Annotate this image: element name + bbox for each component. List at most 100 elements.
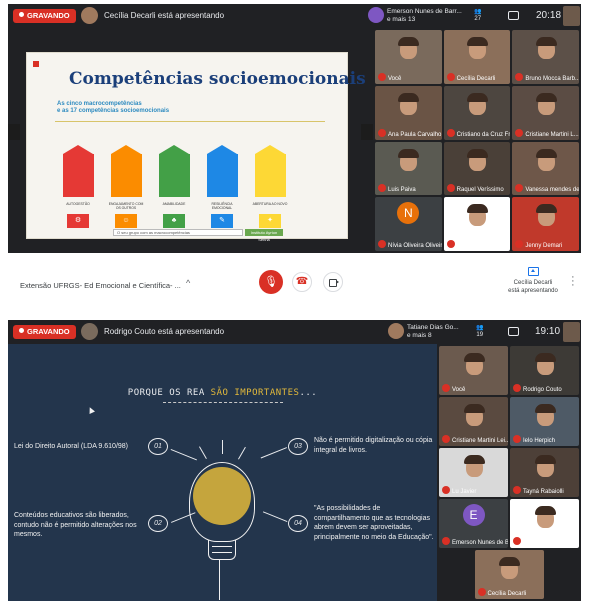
participant-video xyxy=(466,37,488,59)
participant-tile[interactable]: Bruno Mocca Barb... xyxy=(512,30,579,84)
arrow-01 xyxy=(170,449,197,461)
participant-tile[interactable]: Ana Paula Carvalho xyxy=(375,85,442,140)
participant-name: Cristiano da Cruz Fr... xyxy=(456,131,511,138)
self-view-thumbnail[interactable] xyxy=(563,6,580,26)
competency-label: AUTOGESTÃO xyxy=(66,202,90,206)
muted-mic-icon xyxy=(442,435,450,443)
competency-house xyxy=(159,145,190,197)
heading-underline xyxy=(163,402,283,403)
bottom-bar: Extensão UFRGS- Ed Emocional e Científic… xyxy=(8,253,581,301)
participant-video xyxy=(466,148,488,171)
top-bar: GRAVANDO Cecília Decarli está apresentan… xyxy=(8,4,581,28)
participant-video xyxy=(398,37,420,59)
recording-label: GRAVANDO xyxy=(27,11,70,20)
participant-name: JP Jelson Pereira xyxy=(456,243,504,249)
camera-button[interactable] xyxy=(323,272,343,292)
competency-house xyxy=(207,145,238,197)
participant-video xyxy=(466,204,488,227)
mic-off-button[interactable]: 🎙 xyxy=(259,270,283,294)
house-body xyxy=(63,154,94,197)
bulb-thread-2 xyxy=(212,552,232,553)
participant-tile[interactable]: Cristiane Martini L... xyxy=(512,85,579,140)
participant-tile[interactable]: Cecília Decarli xyxy=(474,550,544,599)
presenting-name: Cecília Decarli xyxy=(513,280,553,286)
light-bulb-icon xyxy=(189,462,255,542)
muted-mic-icon xyxy=(515,184,524,193)
participant-tile[interactable]: Jenny Demari xyxy=(512,197,579,251)
participant-tile[interactable]: Lu Javier xyxy=(439,448,508,497)
participant-video xyxy=(463,353,485,375)
house-body xyxy=(255,154,286,197)
slide-subtitle: As cinco macrocompetências e as 17 compe… xyxy=(57,101,217,115)
item-01-text: Lei do Direito Autoral (LDA 9.610/98) xyxy=(14,443,129,450)
muted-mic-icon xyxy=(446,184,455,193)
competency-label: AMABILIDADE xyxy=(162,202,186,206)
muted-mic-icon xyxy=(378,128,386,137)
chevron-up-icon[interactable]: ^ xyxy=(186,278,190,288)
more-options-icon[interactable]: · · · xyxy=(571,272,575,291)
clock: 20:18 xyxy=(536,10,562,21)
recording-badge: GRAVANDO xyxy=(13,325,76,339)
muted-mic-icon xyxy=(442,486,450,494)
joiner-avatar xyxy=(368,7,384,23)
participant-tile[interactable]: Cecília Decarli xyxy=(443,30,511,84)
participant-name: Rodrigo Couto xyxy=(523,387,562,393)
participant-tile[interactable]: Raquel Veríssimo xyxy=(443,141,511,196)
recording-badge: GRAVANDO xyxy=(13,9,76,23)
presenter-text: Rodrigo Couto está apresentando xyxy=(104,327,225,336)
heading-suffix: ... xyxy=(299,388,318,398)
competency-icon: ✎ xyxy=(211,214,233,228)
participant-name: Tayná Rabaiolli xyxy=(523,489,564,495)
participant-name: Gui Heldt xyxy=(523,540,549,546)
participant-video xyxy=(463,455,485,477)
participant-name: Lu Javier xyxy=(452,489,477,495)
participant-tile[interactable]: Vanessa mendes de... xyxy=(512,141,579,196)
participant-tile[interactable]: N Nívia Oliveira Oliveira xyxy=(375,197,442,251)
left-nav-tab[interactable] xyxy=(8,124,20,140)
muted-mic-icon xyxy=(446,128,455,137)
shared-slide: Competências socioemocionais As cinco ma… xyxy=(26,52,366,242)
slide-heading: PORQUE OS REA SÃO IMPORTANTES... xyxy=(8,388,437,398)
muted-mic-icon xyxy=(515,72,524,81)
record-dot-icon xyxy=(19,12,24,17)
muted-mic-icon xyxy=(513,435,521,443)
participants-button[interactable]: 👥 19 xyxy=(476,325,483,339)
item-03-text: Não é permitido digitalização ou cópia i… xyxy=(314,437,433,454)
participants-button[interactable]: 👥 27 xyxy=(474,9,481,23)
meeting-title[interactable]: Extensão UFRGS- Ed Emocional e Científic… xyxy=(20,281,181,290)
present-now-icon[interactable] xyxy=(528,267,539,276)
participant-initial-avatar: E xyxy=(462,504,485,526)
participant-tile[interactable]: Ielo Herpich xyxy=(510,397,579,446)
competency-house xyxy=(63,145,94,197)
chat-icon[interactable] xyxy=(508,11,519,20)
right-nav-tab[interactable] xyxy=(361,124,373,140)
participant-video xyxy=(466,92,488,115)
participant-tile[interactable]: JP Jelson Pereira xyxy=(443,197,511,251)
participant-grid: Você Rodrigo Couto Cristiane Martini Lei..… xyxy=(437,344,581,601)
participant-tile[interactable]: E Emerson Nunes de B... xyxy=(439,499,508,548)
participant-tile[interactable]: Tayná Rabaiolli xyxy=(510,448,579,497)
participant-video xyxy=(499,557,520,579)
participant-grid: Você Cecília Decarli Bruno Mocca Barb... An… xyxy=(373,28,581,253)
participant-tile[interactable]: Você xyxy=(439,346,508,395)
muted-mic-icon xyxy=(442,537,450,545)
leave-call-button[interactable]: ☎ xyxy=(292,272,312,292)
participant-name: Ana Paula Carvalho xyxy=(388,131,442,138)
participant-tile[interactable]: Luis Paiva xyxy=(375,141,442,196)
participant-tile[interactable]: Você xyxy=(375,30,442,84)
meet-window-2: GRAVANDO Rodrigo Couto está apresentando… xyxy=(8,320,581,601)
house-body xyxy=(207,154,238,197)
participant-tile[interactable]: Cristiane Martini Lei... xyxy=(439,397,508,446)
self-view-thumbnail[interactable] xyxy=(563,322,580,342)
chat-icon[interactable] xyxy=(508,327,519,336)
bulb-thread-1 xyxy=(212,546,232,547)
participant-video xyxy=(463,404,485,426)
muted-mic-icon xyxy=(378,184,386,193)
participant-tile[interactable]: Gui Heldt xyxy=(510,499,579,548)
participant-name: Cecília Decarli xyxy=(456,75,496,82)
joiner-avatar xyxy=(388,323,404,339)
muted-mic-icon xyxy=(513,384,521,392)
participant-tile[interactable]: Cristiano da Cruz Fr... xyxy=(443,85,511,140)
participant-tile[interactable]: Rodrigo Couto xyxy=(510,346,579,395)
ray-top-left xyxy=(199,446,207,459)
